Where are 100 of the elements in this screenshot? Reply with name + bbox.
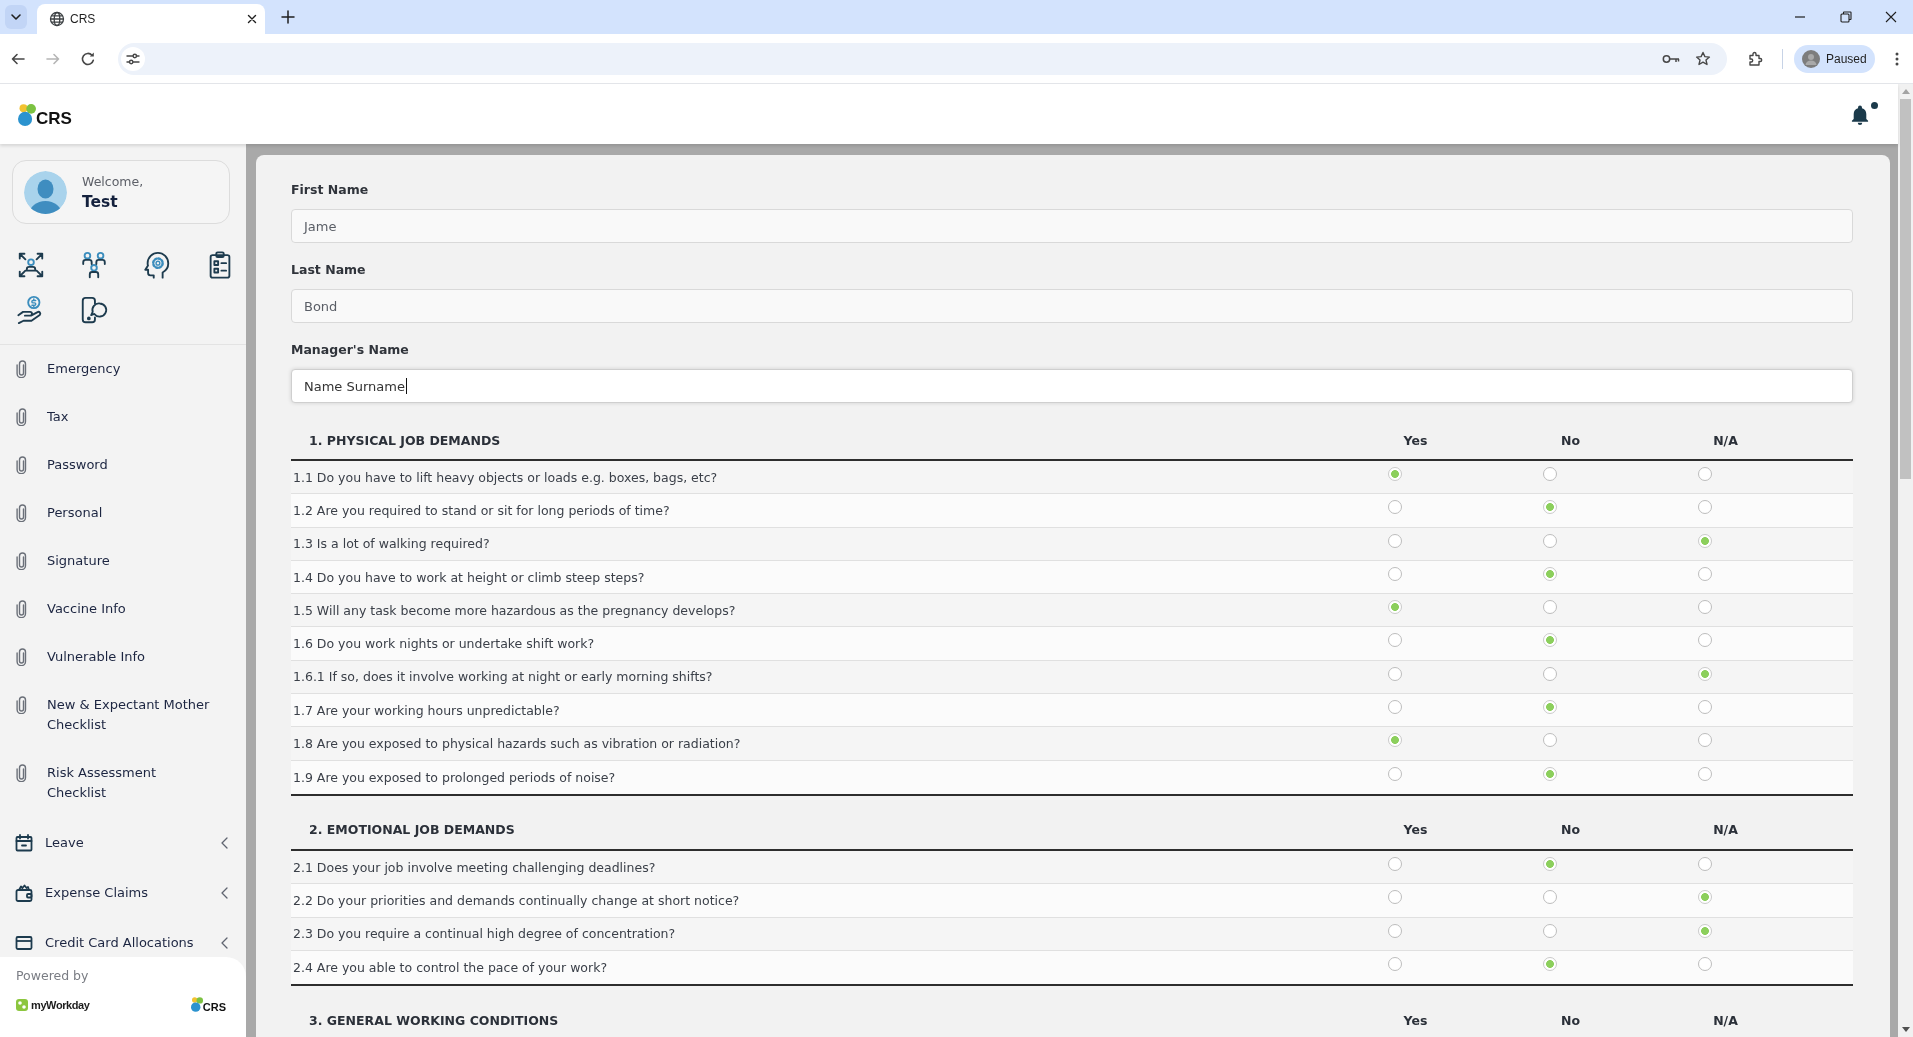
radio-button[interactable] [1698,700,1712,715]
paperclip-icon [16,408,27,426]
sidebar-item[interactable]: Tax [0,393,246,441]
radio-button[interactable] [1543,633,1557,648]
partner-logo-text: myWorkday [31,999,90,1011]
sidebar-group[interactable]: Credit Card Allocations [0,919,246,957]
column-header: Yes [1402,1012,1429,1028]
radio-button[interactable] [1543,890,1557,905]
sidebar-item[interactable]: Vulnerable Info [0,633,246,681]
avatar-icon [24,170,67,214]
radio-button[interactable] [1698,467,1712,481]
user-name: Test [82,191,119,212]
radio-button[interactable] [1388,467,1402,481]
radio-button[interactable] [1388,566,1402,581]
text-field[interactable]: Bond [291,289,1853,323]
question-text: 2.2 Do your priorities and demands continually change at short notice? [292,892,741,908]
radio-button[interactable] [1543,666,1557,681]
radio-button[interactable] [1543,533,1557,548]
column-header: No [1559,822,1582,838]
field-label: Manager's Name [291,341,410,359]
sidebar-item[interactable]: Password [0,441,246,489]
radio-button[interactable] [1388,923,1402,938]
question-text: 1.4 Do you have to work at height or climb steep steps? [292,569,646,585]
radio-button[interactable] [1543,856,1557,871]
sidebar-item[interactable]: Personal [0,489,246,537]
question-text: 1.6 Do you work nights or undertake shift work? [292,636,596,652]
wallet-icon [15,884,33,902]
puzzle-icon [1747,50,1763,67]
radio-button[interactable] [1388,533,1402,548]
question-text: 1.5 Will any task become more hazardous as the pregnancy develops? [292,602,737,618]
sidebar-item[interactable]: New & Expectant Mother Checklist [0,681,246,749]
chevron-down-icon [10,11,22,23]
column-header: Yes [1402,822,1429,838]
bookmark-star-icon[interactable] [1695,50,1711,67]
radio-button[interactable] [1698,500,1712,515]
radio-button[interactable] [1698,766,1712,781]
team-icon[interactable] [79,250,109,280]
text-cursor-icon [405,378,407,394]
radio-button[interactable] [1388,666,1402,681]
radio-button[interactable] [1388,890,1402,905]
radio-button[interactable] [1698,666,1712,681]
browser-tab[interactable]: CRS [37,4,265,34]
radio-button[interactable] [1698,566,1712,581]
notification-bell-icon[interactable] [1851,105,1869,125]
radio-button[interactable] [1698,890,1712,905]
paperclip-icon [16,504,27,522]
column-header: N/A [1712,432,1739,448]
radio-button[interactable] [1543,766,1557,781]
column-header: N/A [1712,1012,1739,1028]
sidebar-group[interactable]: Expense Claims [0,869,246,917]
radio-button[interactable] [1388,733,1402,748]
radio-button[interactable] [1543,467,1557,481]
radio-button[interactable] [1543,923,1557,938]
radio-button[interactable] [1698,956,1712,971]
radio-button[interactable] [1388,500,1402,515]
paperclip-icon [16,696,27,714]
radio-button[interactable] [1388,856,1402,871]
radio-button[interactable] [1388,633,1402,648]
radio-button[interactable] [1388,600,1402,615]
sidebar-item[interactable]: Risk Assessment Checklist [0,749,246,817]
tab-search-button[interactable] [5,5,27,29]
sidebar-item[interactable]: Emergency [0,345,246,393]
radio-button[interactable] [1388,956,1402,971]
sidebar-item[interactable]: Signature [0,537,246,585]
radio-button[interactable] [1543,700,1557,715]
field-label: First Name [291,181,370,199]
radio-button[interactable] [1698,856,1712,871]
paperclip-icon [16,552,27,570]
sidebar-group[interactable]: Leave [0,819,246,867]
question-text: 2.1 Does your job involve meeting challenging deadlines? [292,859,657,875]
radio-button[interactable] [1698,533,1712,548]
scroll-down-icon[interactable] [1901,1027,1910,1032]
profile-button[interactable]: Paused [1794,44,1875,73]
scrollbar[interactable] [1898,84,1913,1037]
head-gear-icon[interactable] [142,250,172,280]
radio-button[interactable] [1543,500,1557,515]
key-icon[interactable] [1662,52,1680,65]
paperclip-icon [16,648,27,666]
text-field[interactable]: Name Surname [291,369,1853,403]
powered-by-text: Powered by [16,967,90,985]
text-field[interactable]: Jame [291,209,1853,243]
radio-button[interactable] [1388,700,1402,715]
site-settings-icon[interactable] [121,46,145,71]
scroll-up-icon[interactable] [1901,89,1910,94]
close-icon [1885,11,1897,23]
radio-button[interactable] [1698,633,1712,648]
scrollbar-thumb[interactable] [1900,99,1911,479]
radio-button[interactable] [1698,923,1712,938]
radio-button[interactable] [1543,566,1557,581]
radio-button[interactable] [1388,766,1402,781]
radio-button[interactable] [1698,600,1712,615]
phone-chat-icon[interactable] [79,295,109,325]
radio-button[interactable] [1543,733,1557,748]
sidebar-item[interactable]: Vaccine Info [0,585,246,633]
person-arrows-icon[interactable] [16,250,46,280]
radio-button[interactable] [1543,956,1557,971]
radio-button[interactable] [1698,733,1712,748]
globe-icon [49,11,65,27]
radio-button[interactable] [1543,600,1557,615]
question-text: 1.9 Are you exposed to prolonged periods of noise? [292,769,617,785]
